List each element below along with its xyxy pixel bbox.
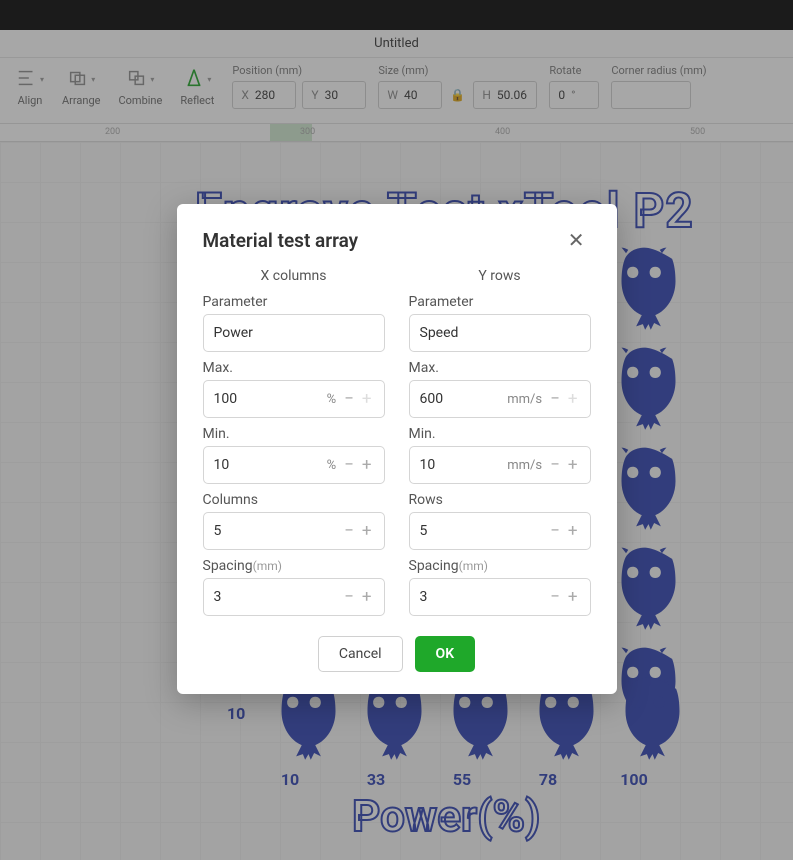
y-rows-header: Y rows	[409, 268, 591, 284]
stepper[interactable]: −+	[548, 391, 579, 408]
x-parameter-label: Parameter	[203, 294, 385, 310]
ok-button[interactable]: OK	[415, 636, 476, 672]
stepper[interactable]: −+	[548, 589, 579, 606]
dialog-title: Material test array	[203, 229, 359, 252]
y-max-input[interactable]: 600 mm/s −+	[409, 380, 591, 418]
stepper[interactable]: −+	[342, 391, 373, 408]
minus-icon[interactable]: −	[342, 457, 356, 474]
plus-icon[interactable]: +	[566, 589, 580, 606]
minus-icon[interactable]: −	[342, 589, 356, 606]
minus-icon[interactable]: −	[548, 457, 562, 474]
x-max-input[interactable]: 100 % −+	[203, 380, 385, 418]
y-parameter-label: Parameter	[409, 294, 591, 310]
stepper[interactable]: −+	[548, 523, 579, 540]
plus-icon[interactable]: +	[566, 391, 580, 408]
minus-icon[interactable]: −	[342, 391, 356, 408]
x-min-input[interactable]: 10 % −+	[203, 446, 385, 484]
plus-icon[interactable]: +	[566, 523, 580, 540]
minus-icon[interactable]: −	[342, 523, 356, 540]
close-icon: ✕	[568, 228, 585, 252]
plus-icon[interactable]: +	[360, 457, 374, 474]
plus-icon[interactable]: +	[566, 457, 580, 474]
stepper[interactable]: −+	[342, 523, 373, 540]
minus-icon[interactable]: −	[548, 523, 562, 540]
y-rows-input[interactable]: 5 −+	[409, 512, 591, 550]
x-spacing-label: Spacing(mm)	[203, 558, 385, 574]
x-columns-header: X columns	[203, 268, 385, 284]
y-spacing-label: Spacing(mm)	[409, 558, 591, 574]
y-max-label: Max.	[409, 360, 591, 376]
stepper[interactable]: −+	[342, 457, 373, 474]
material-test-array-dialog: Material test array ✕ X columns Y rows P…	[177, 204, 617, 694]
cancel-button[interactable]: Cancel	[318, 636, 403, 672]
x-columns-input[interactable]: 5 −+	[203, 512, 385, 550]
x-max-label: Max.	[203, 360, 385, 376]
close-button[interactable]: ✕	[562, 226, 591, 254]
plus-icon[interactable]: +	[360, 391, 374, 408]
y-count-label: Rows	[409, 492, 591, 508]
y-min-input[interactable]: 10 mm/s −+	[409, 446, 591, 484]
x-min-label: Min.	[203, 426, 385, 442]
y-spacing-input[interactable]: 3 −+	[409, 578, 591, 616]
stepper[interactable]: −+	[342, 589, 373, 606]
minus-icon[interactable]: −	[548, 391, 562, 408]
x-spacing-input[interactable]: 3 −+	[203, 578, 385, 616]
stepper[interactable]: −+	[548, 457, 579, 474]
minus-icon[interactable]: −	[548, 589, 562, 606]
modal-overlay: Material test array ✕ X columns Y rows P…	[0, 0, 793, 860]
x-count-label: Columns	[203, 492, 385, 508]
x-parameter-select[interactable]: Power	[203, 314, 385, 352]
plus-icon[interactable]: +	[360, 589, 374, 606]
y-parameter-select[interactable]: Speed	[409, 314, 591, 352]
y-min-label: Min.	[409, 426, 591, 442]
plus-icon[interactable]: +	[360, 523, 374, 540]
